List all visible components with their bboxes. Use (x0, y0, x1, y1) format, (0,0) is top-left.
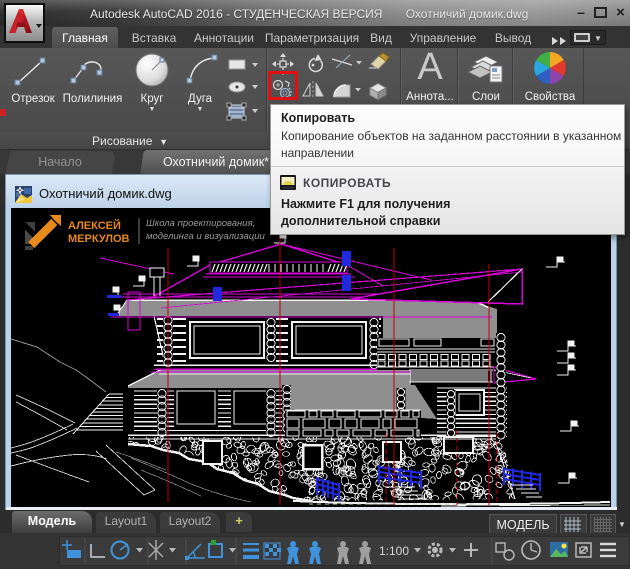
svg-text:моделинга и визуализации: моделинга и визуализации (146, 231, 266, 242)
svg-text:МЕРКУЛОВ: МЕРКУЛОВ (68, 233, 130, 245)
svg-text:Школа проектирования,: Школа проектирования, (146, 218, 255, 229)
svg-text:АЛЕКСЕЙ: АЛЕКСЕЙ (68, 219, 121, 232)
svg-text:1:100: 1:100 (379, 544, 409, 558)
